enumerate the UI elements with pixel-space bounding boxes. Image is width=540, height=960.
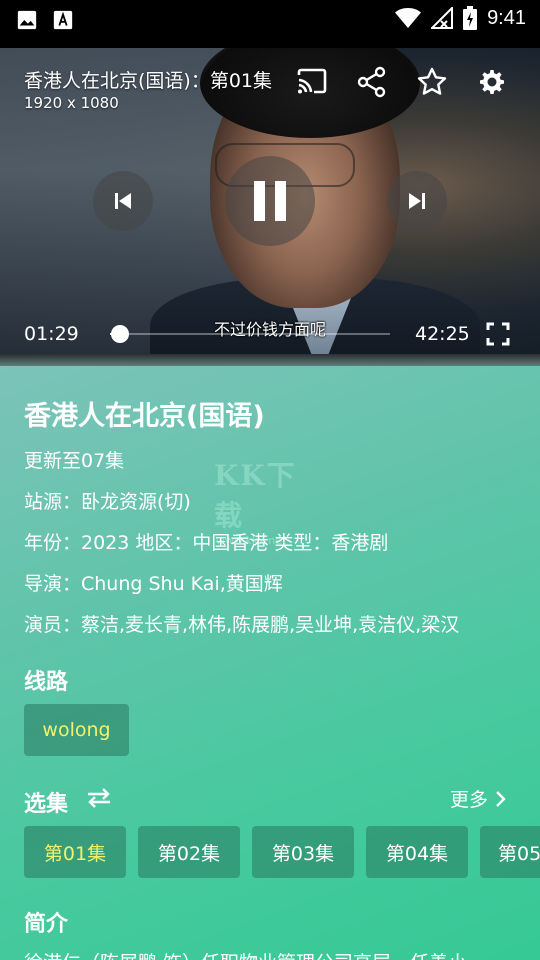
skip-next-icon bbox=[409, 193, 425, 209]
meta-info: 年份：2023 地区：中国香港 类型：香港剧 bbox=[24, 532, 389, 554]
episode-chip-01[interactable]: 第01集 bbox=[24, 826, 126, 878]
wifi-icon bbox=[395, 8, 422, 28]
show-title: 香港人在北京(国语) bbox=[24, 401, 265, 432]
video-details-panel: 香港人在北京(国语) 更新至07集 站源：卧龙资源(切) KK下载 www.kk… bbox=[0, 366, 540, 960]
image-icon bbox=[17, 10, 37, 30]
status-time: 9:41 bbox=[487, 6, 526, 29]
watermark-logo: KK下载 www.kkx.net bbox=[214, 459, 297, 547]
cast-info: 演员：蔡洁,麦长青,林伟,陈展鹏,吴业坤,袁洁仪,梁汉 bbox=[24, 614, 460, 636]
star-icon[interactable] bbox=[416, 66, 448, 98]
video-resolution: 1920 x 1080 bbox=[24, 94, 119, 112]
episode-chip-03[interactable]: 第03集 bbox=[252, 826, 354, 878]
share-icon[interactable] bbox=[356, 66, 388, 98]
seek-bar[interactable] bbox=[110, 325, 390, 343]
sort-swap-icon[interactable] bbox=[86, 787, 112, 809]
battery-charging-icon bbox=[463, 6, 478, 30]
pause-icon bbox=[254, 181, 286, 221]
episode-chip-04[interactable]: 第04集 bbox=[366, 826, 468, 878]
settings-icon[interactable] bbox=[476, 66, 508, 98]
video-player[interactable]: 香港人在北京(国语)：第01集 1920 x 1080 不过价钱方面呢 01:2… bbox=[0, 48, 540, 354]
update-status: 更新至07集 bbox=[24, 450, 125, 472]
chevron-right-icon bbox=[496, 790, 506, 807]
total-time: 42:25 bbox=[415, 323, 470, 345]
cast-icon[interactable] bbox=[296, 66, 328, 98]
more-label: 更多 bbox=[450, 789, 489, 811]
current-time: 01:29 bbox=[24, 323, 79, 345]
fullscreen-icon[interactable] bbox=[486, 322, 510, 346]
source-info[interactable]: 站源：卧龙资源(切) bbox=[24, 487, 191, 514]
episodes-heading: 选集 bbox=[24, 792, 69, 817]
route-chip-wolong[interactable]: wolong bbox=[24, 704, 129, 756]
status-bar: 9:41 bbox=[0, 0, 540, 48]
intro-text: 徐港仁（陈展鹏 饰）任职物业管理公司高层，任善小 bbox=[24, 948, 540, 960]
pause-button[interactable] bbox=[225, 156, 315, 246]
episode-chip-05[interactable]: 第05集 bbox=[480, 826, 540, 878]
more-episodes-link[interactable]: 更多 bbox=[450, 785, 506, 812]
signal-icon bbox=[431, 7, 454, 29]
skip-previous-icon bbox=[115, 193, 131, 209]
previous-button[interactable] bbox=[93, 171, 153, 231]
director-info: 导演：Chung Shu Kai,黄国辉 bbox=[24, 573, 283, 595]
player-divider bbox=[0, 354, 540, 366]
text-a-icon bbox=[53, 10, 73, 30]
next-button[interactable] bbox=[387, 171, 447, 231]
intro-heading: 简介 bbox=[24, 912, 69, 937]
video-title: 香港人在北京(国语)：第01集 bbox=[24, 70, 273, 92]
player-top-actions bbox=[296, 66, 508, 98]
seek-bar-thumb[interactable] bbox=[110, 325, 129, 343]
episode-chip-02[interactable]: 第02集 bbox=[138, 826, 240, 878]
route-heading: 线路 bbox=[24, 670, 69, 695]
